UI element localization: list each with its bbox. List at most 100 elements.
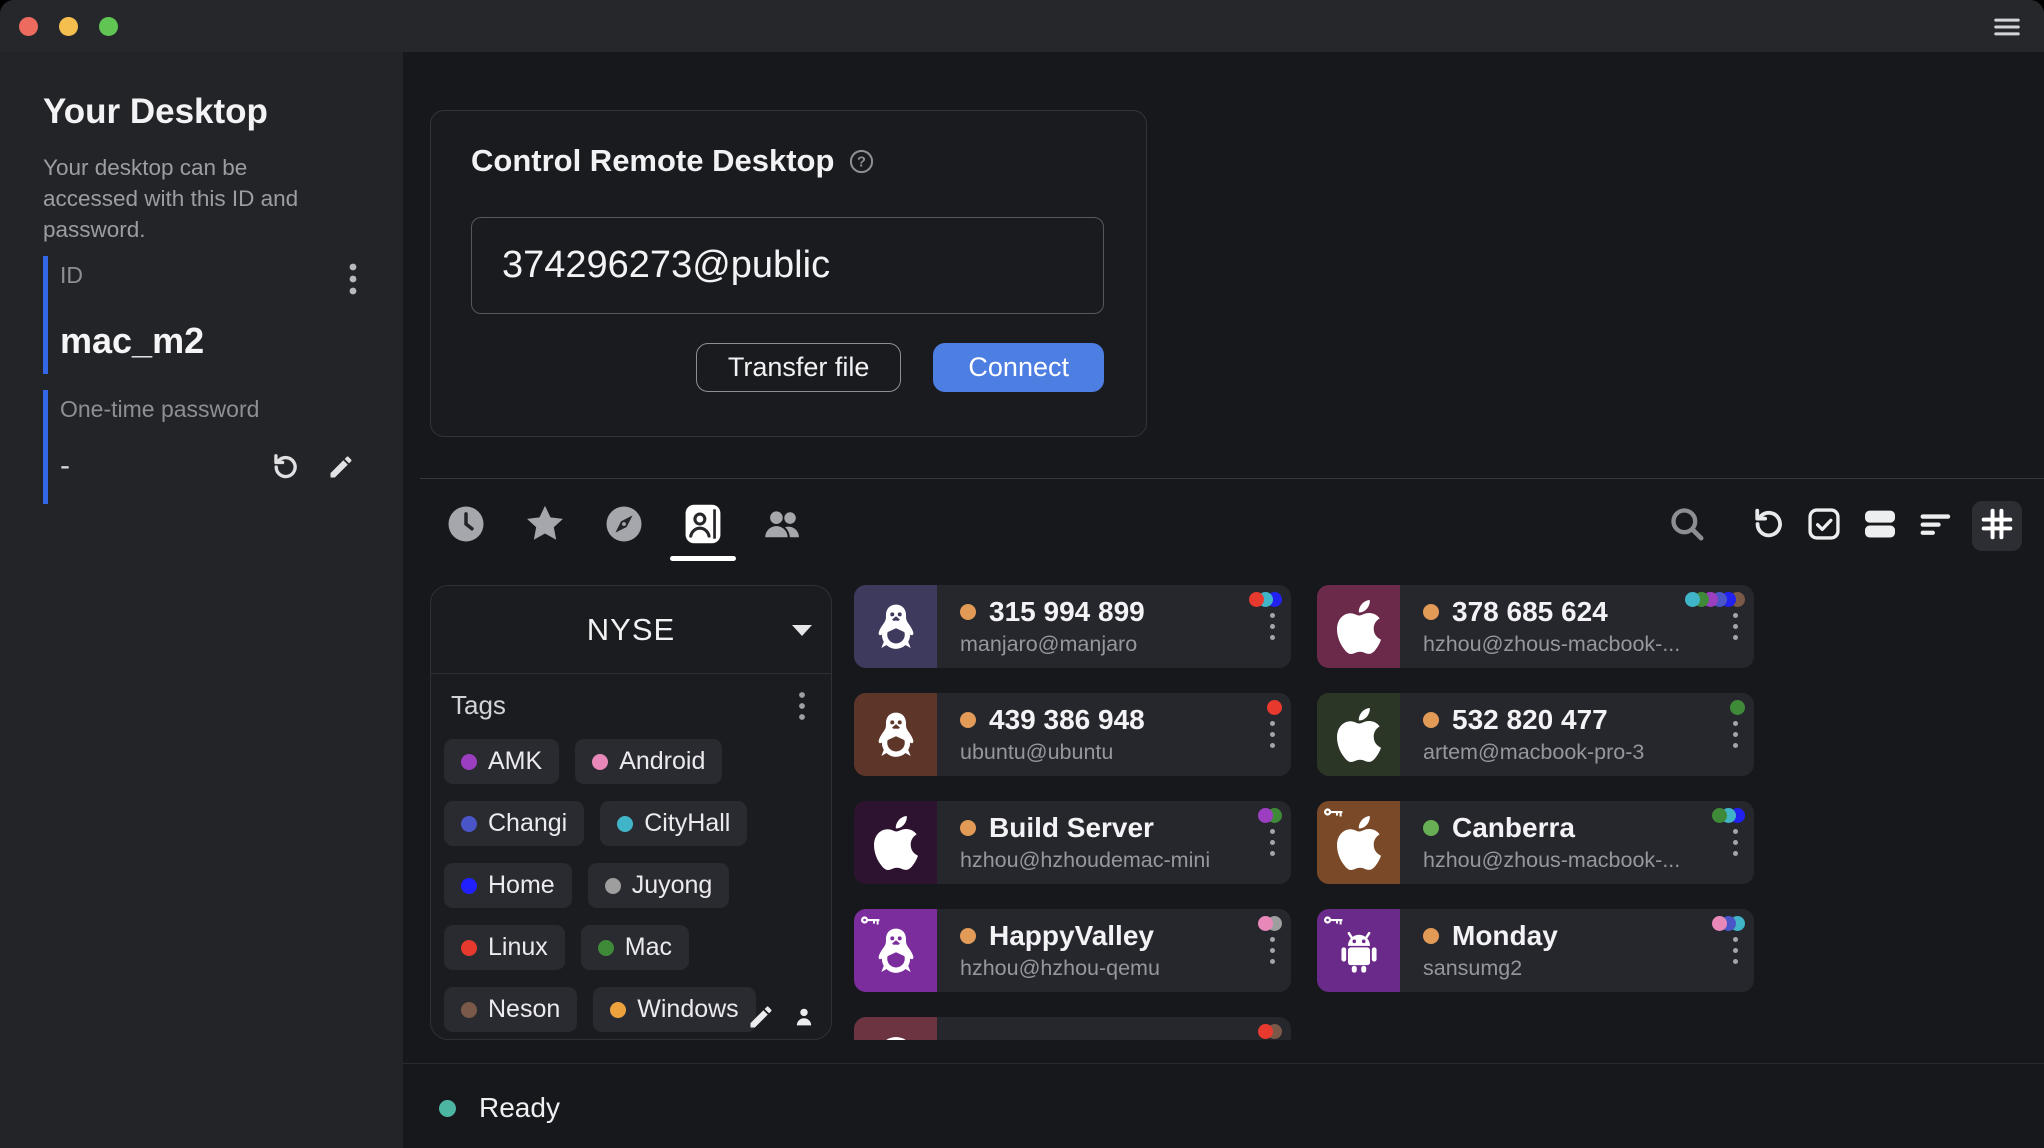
tag-chip-android[interactable]: Android <box>575 739 722 784</box>
maximize-window-button[interactable] <box>99 17 118 36</box>
tag-chip-mac[interactable]: Mac <box>581 925 689 970</box>
transfer-file-button[interactable]: Transfer file <box>696 343 902 392</box>
tab-recent-sessions[interactable] <box>443 503 489 549</box>
tag-chip-cityhall[interactable]: CityHall <box>600 801 747 846</box>
section-divider <box>420 478 2044 479</box>
tab-discovered[interactable] <box>601 503 647 549</box>
otp-edit-pencil-icon[interactable] <box>327 453 355 481</box>
grid-icon <box>1978 505 2016 548</box>
grid-view-button[interactable] <box>1972 501 2022 551</box>
device-column-1: 315 994 899 manjaro@manjaro 439 386 948ubu… <box>854 585 1291 1040</box>
id-menu-kebab-icon[interactable] <box>345 262 361 296</box>
tag-color-dot <box>592 754 608 770</box>
dot-os-icon <box>854 1017 937 1040</box>
device-info: HappyValleyhzhou@hzhou-qemu <box>960 909 1160 992</box>
people-icon <box>759 503 805 550</box>
device-info: 315 994 899 manjaro@manjaro <box>960 585 1145 668</box>
device-status-dot <box>960 712 976 728</box>
device-card[interactable]: 439 386 948ubuntu@ubuntu <box>854 693 1291 776</box>
device-name: Monday <box>1452 920 1558 952</box>
device-name: Canberra <box>1452 812 1575 844</box>
add-person-icon[interactable] <box>792 1005 816 1029</box>
search-button[interactable] <box>1667 506 1707 546</box>
main-area: Control Remote Desktop ? Transfer file C… <box>403 52 2044 1148</box>
sort-button[interactable] <box>1916 506 1956 546</box>
compass-icon <box>603 503 645 550</box>
chevron-down-icon <box>790 622 814 645</box>
device-status-dot <box>1423 712 1439 728</box>
tag-label: AMK <box>488 747 542 776</box>
tag-color-dot <box>461 878 477 894</box>
address-book-panel: NYSE Tags AMK Android Changi CityHall Home Ju… <box>430 585 832 1040</box>
device-name: 315 994 899 <box>989 596 1145 628</box>
device-card[interactable]: 378 685 624hzhou@zhous-macbook-... <box>1317 585 1754 668</box>
device-card[interactable]: 532 820 477artem@macbook-pro-3 <box>1317 693 1754 776</box>
device-card[interactable]: Build Serverhzhou@hzhoudemac-mini <box>854 801 1291 884</box>
minimize-window-button[interactable] <box>59 17 78 36</box>
device-status-dot <box>960 820 976 836</box>
device-card[interactable]: Canberra hzhou@zhous-macbook-... <box>1317 801 1754 884</box>
connection-status-dot <box>439 1100 456 1117</box>
device-card[interactable]: 315 994 899 manjaro@manjaro <box>854 585 1291 668</box>
control-remote-desktop-title: Control Remote Desktop <box>471 143 834 179</box>
close-window-button[interactable] <box>19 17 38 36</box>
tag-label: Linux <box>488 933 548 962</box>
device-info: Build Serverhzhou@hzhoudemac-mini <box>960 801 1210 884</box>
tag-label: Juyong <box>632 871 713 900</box>
device-info: 378 685 624hzhou@zhous-macbook-... <box>1423 585 1680 668</box>
device-username: manjaro@manjaro <box>960 632 1145 657</box>
tag-chip-linux[interactable]: Linux <box>444 925 565 970</box>
tag-chip-home[interactable]: Home <box>444 863 572 908</box>
tag-color-dot <box>461 1002 477 1018</box>
tag-chip-windows[interactable]: Windows <box>593 987 755 1032</box>
key-icon <box>1323 914 1345 932</box>
sidebar-title: Your Desktop <box>43 92 268 132</box>
device-username: hzhou@zhous-macbook-... <box>1423 848 1680 873</box>
device-card[interactable]: Monday sansumg2 <box>1317 909 1754 992</box>
device-card[interactable]: HappyValleyhzhou@hzhou-qemu <box>854 909 1291 992</box>
tab-group[interactable] <box>759 503 805 549</box>
connection-status-text: Ready <box>479 1092 560 1124</box>
device-name: Build Server <box>989 812 1154 844</box>
sidebar: Your Desktop Your desktop can be accesse… <box>0 52 403 1148</box>
tag-color-dot <box>461 816 477 832</box>
android-os-icon <box>1317 909 1400 992</box>
tab-favorites[interactable] <box>522 503 568 549</box>
refresh-button[interactable] <box>1748 506 1788 546</box>
address-book-selector[interactable]: NYSE <box>431 586 831 674</box>
status-bar: Ready <box>439 1092 560 1124</box>
device-card[interactable]: Pul <box>854 1017 1291 1040</box>
tag-chip-neson[interactable]: Neson <box>444 987 577 1032</box>
device-tag-dots <box>1273 700 1282 715</box>
checkbox-icon <box>1805 505 1843 548</box>
tags-menu-kebab-icon[interactable] <box>796 691 808 721</box>
card-view-button[interactable] <box>1860 506 1900 546</box>
connect-button[interactable]: Connect <box>933 343 1104 392</box>
clock-icon <box>445 503 487 550</box>
edit-tags-pencil-icon[interactable] <box>747 1003 775 1031</box>
session-tabs <box>443 503 805 549</box>
tag-chip-changi[interactable]: Changi <box>444 801 584 846</box>
device-username: hzhou@hzhou-qemu <box>960 956 1160 981</box>
star-icon <box>523 502 567 551</box>
menu-icon[interactable] <box>1990 10 2024 44</box>
device-name: 532 820 477 <box>1452 704 1608 736</box>
tag-color-dot <box>1712 916 1727 931</box>
tags-label: Tags <box>451 690 506 721</box>
traffic-lights <box>19 17 118 36</box>
device-info: 439 386 948ubuntu@ubuntu <box>960 693 1145 776</box>
app-window: Your Desktop Your desktop can be accesse… <box>0 0 2044 1148</box>
tag-color-dot <box>598 940 614 956</box>
tag-chip-juyong[interactable]: Juyong <box>588 863 730 908</box>
otp-refresh-icon[interactable] <box>269 451 301 483</box>
device-grid: 315 994 899 manjaro@manjaro 439 386 948ubu… <box>854 585 1754 1040</box>
device-username: sansumg2 <box>1423 956 1558 981</box>
id-label: ID <box>60 262 83 289</box>
device-tag-dots <box>1718 916 1745 931</box>
status-bar-divider <box>403 1063 2044 1064</box>
remote-id-input[interactable] <box>471 217 1104 314</box>
select-button[interactable] <box>1804 506 1844 546</box>
tab-address-book[interactable] <box>680 503 726 549</box>
tag-chip-amk[interactable]: AMK <box>444 739 559 784</box>
help-icon[interactable]: ? <box>848 148 875 175</box>
